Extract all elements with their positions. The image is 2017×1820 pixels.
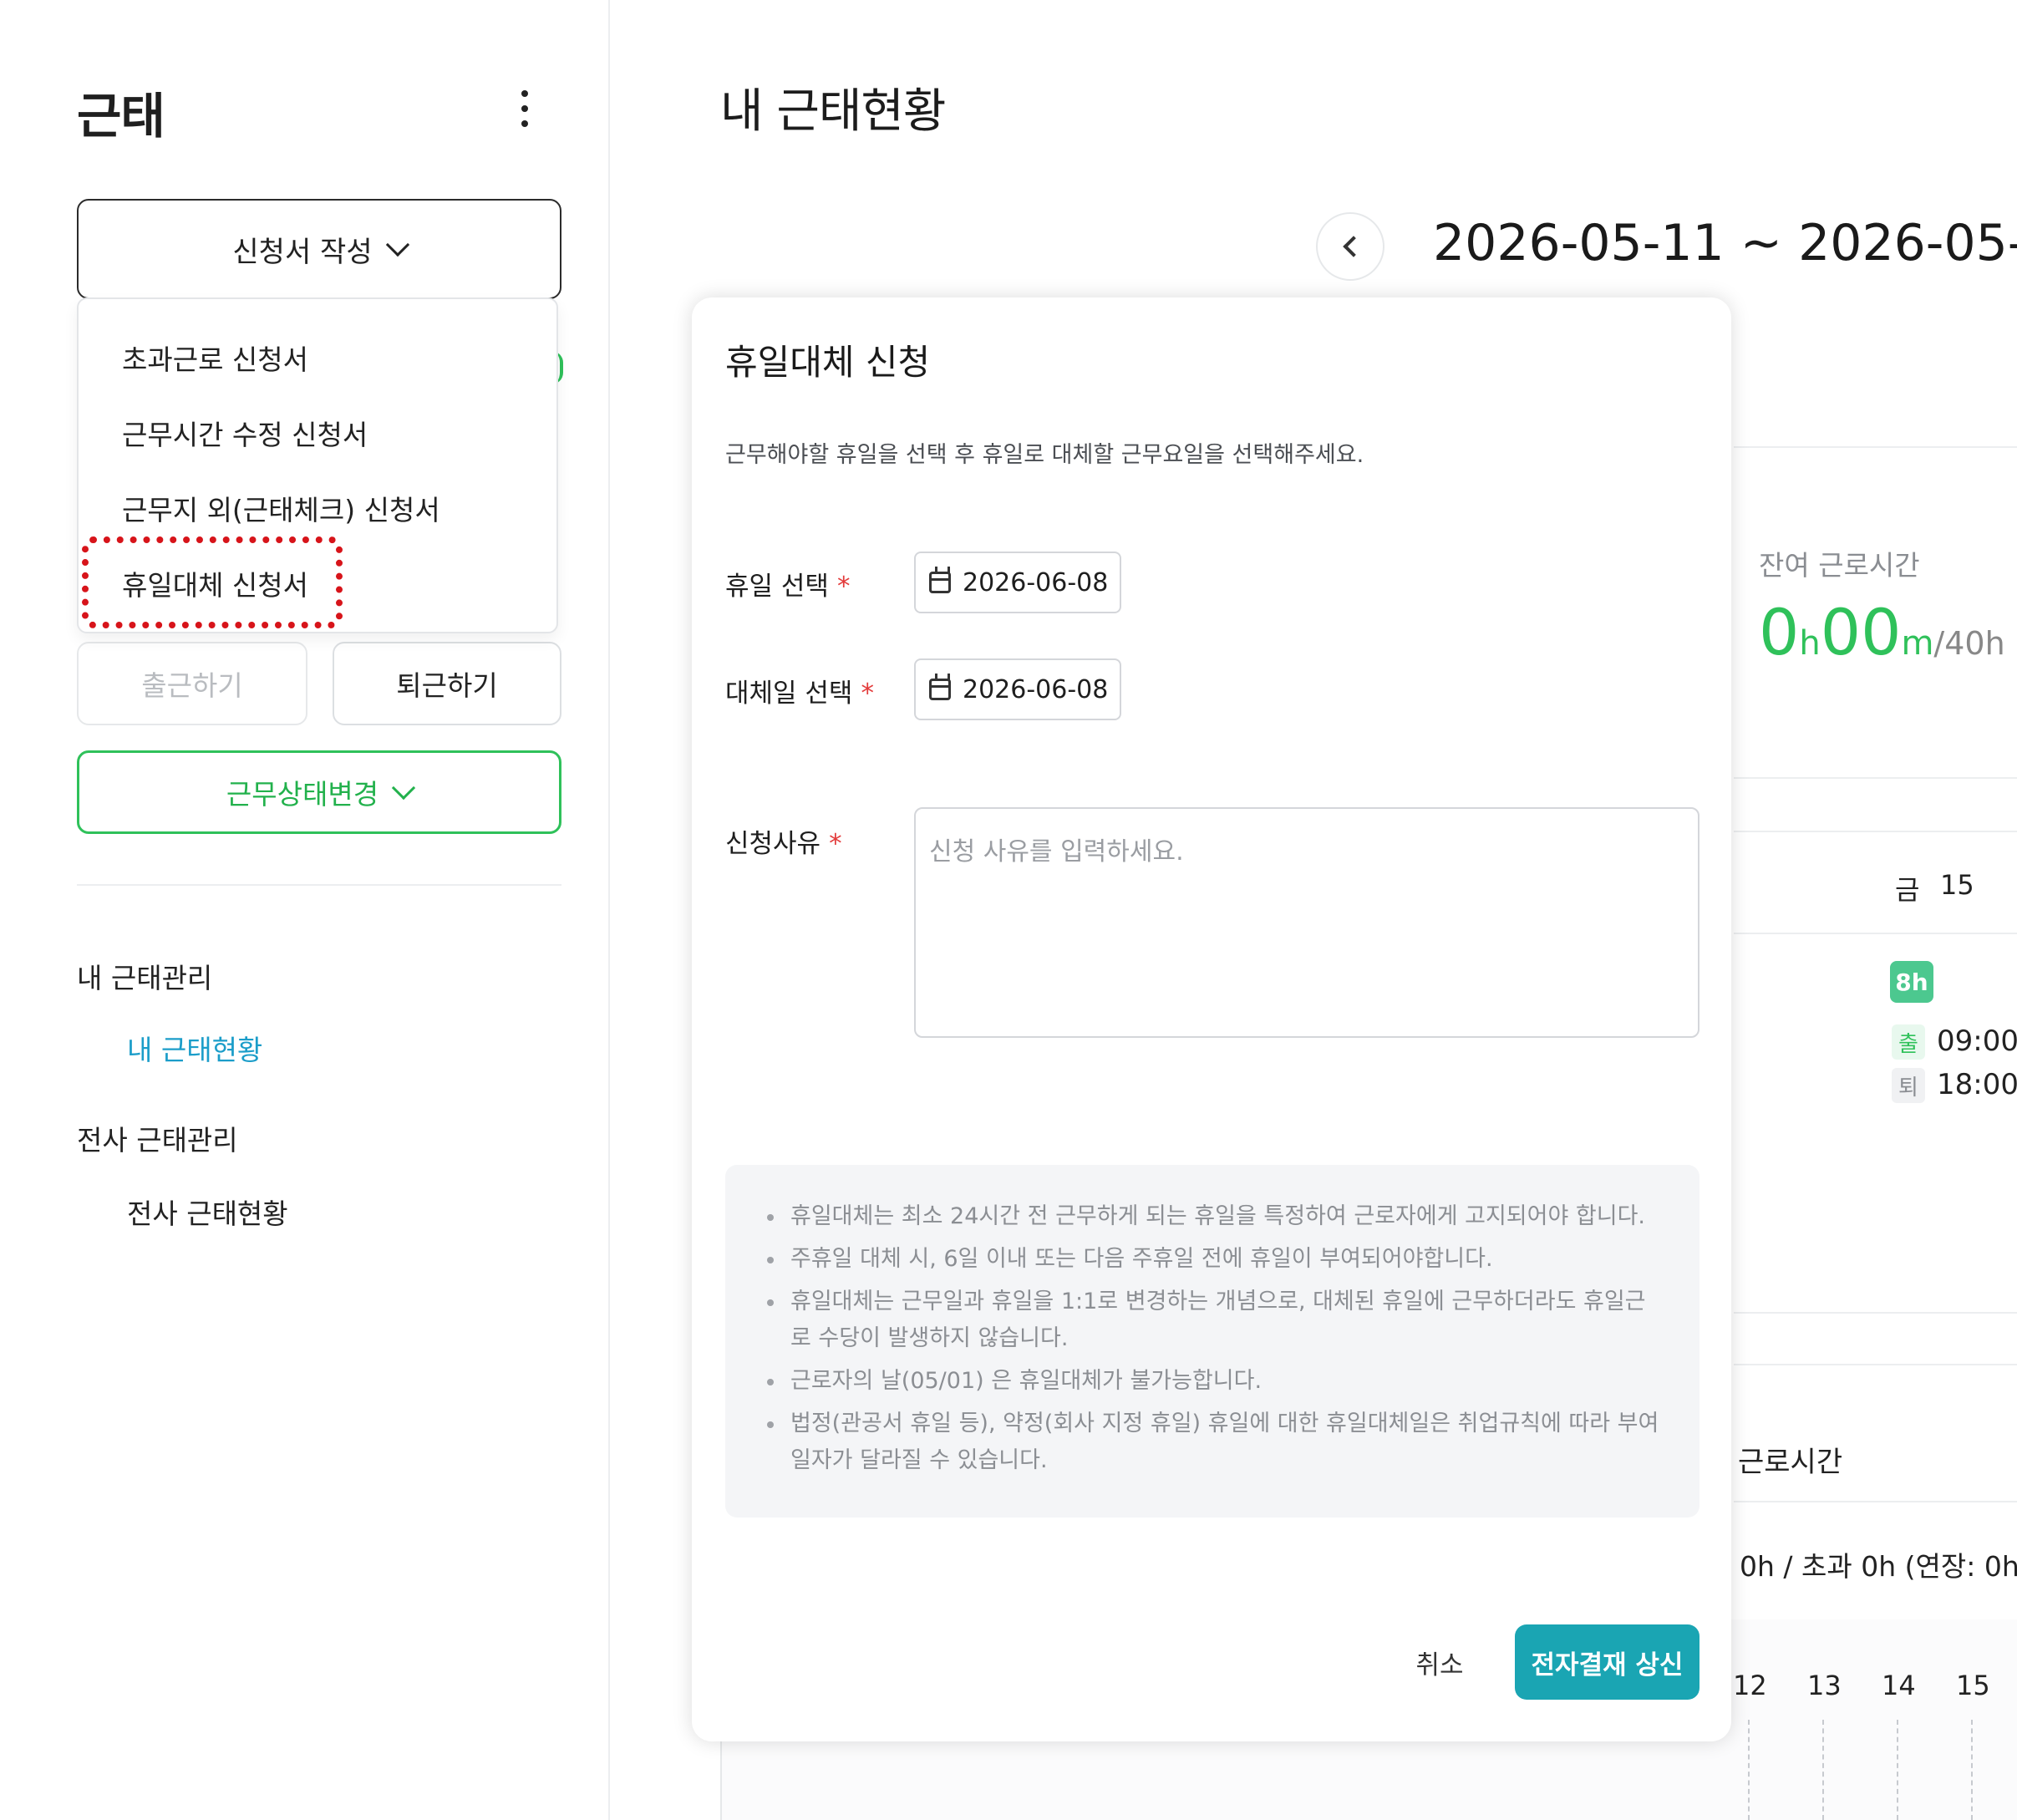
sidebar: 근태 신청서 작성 출근하기 퇴근하기 근무상태변경 내 근태관리 내 근태현황… (0, 0, 610, 1820)
clock-out-tag: 퇴 (1892, 1068, 1925, 1103)
timeline-tick: 12 (1733, 1670, 1767, 1701)
required-mark: * (836, 572, 851, 602)
timeline-gridline (1971, 1720, 1973, 1820)
nav-item-company-attendance-status[interactable]: 전사 근태현황 (127, 1192, 288, 1232)
divider (1734, 777, 2017, 779)
app-title: 근태 (77, 88, 165, 145)
divider (1734, 933, 2017, 934)
clock-in-tag: 출 (1892, 1024, 1925, 1060)
more-options-icon[interactable] (510, 84, 540, 134)
clock-out-time: 18:00 (1937, 1068, 2017, 1101)
divider (1734, 1501, 2017, 1502)
modal-title: 휴일대체 신청 (725, 342, 931, 383)
nav-group-my-attendance: 내 근태관리 (77, 962, 213, 994)
modal-description: 근무해야할 휴일을 선택 후 휴일로 대체할 근무요일을 선택해주세요. (725, 442, 1364, 468)
substitute-date-label: 대체일 선택 * (725, 679, 874, 709)
notice-item: 휴일대체는 최소 24시간 전 근무하게 되는 휴일을 특정하여 근로자에게 고… (759, 1198, 1666, 1235)
holiday-date-input[interactable]: 2026-06-08 (914, 552, 1121, 613)
reason-textarea[interactable] (914, 807, 1699, 1038)
calendar-icon (929, 674, 951, 700)
chevron-left-icon (1343, 236, 1364, 257)
divider (1734, 1364, 2017, 1365)
divider (1734, 446, 2017, 448)
clock-out-button[interactable]: 퇴근하기 (333, 642, 561, 725)
timeline-tick: 15 (1956, 1670, 1990, 1701)
timeline-tick: 13 (1807, 1670, 1842, 1701)
reason-label: 신청사유 * (725, 829, 842, 859)
day-name: 금 (1895, 874, 1920, 906)
required-mark: * (829, 829, 842, 859)
work-hours-title: 근로시간 (1738, 1446, 1843, 1479)
apply-form-button[interactable]: 신청서 작성 (77, 199, 561, 299)
submit-approval-button[interactable]: 전자결재 상신 (1515, 1624, 1699, 1700)
menu-item-offsite-form[interactable]: 근무지 외(근태체크) 신청서 (122, 488, 440, 528)
date-range: 2026-05-11 ~ 2026-05-17 (1433, 214, 2017, 272)
clock-in-time: 09:00 (1937, 1024, 2017, 1058)
notice-item: 주휴일 대체 시, 6일 이내 또는 다음 주휴일 전에 휴일이 부여되어야합니… (759, 1241, 1666, 1278)
nav-group-company-attendance: 전사 근태관리 (77, 1124, 238, 1157)
substitute-date-input[interactable]: 2026-06-08 (914, 658, 1121, 720)
day-date: 15 (1940, 869, 1974, 901)
notice-item: 휴일대체는 근무일과 휴일을 1:1로 변경하는 개념으로, 대체된 휴일에 근… (759, 1284, 1666, 1357)
remaining-hours-value: 0h00m/40h (1759, 595, 2005, 669)
chevron-down-icon (385, 232, 409, 257)
notice-item: 법정(관공서 휴일 등), 약정(회사 지정 휴일) 휴일에 대한 휴일대체일은… (759, 1406, 1666, 1479)
timeline-gridline (1748, 1720, 1750, 1820)
divider (1734, 831, 2017, 832)
menu-item-work-hours-edit-form[interactable]: 근무시간 수정 신청서 (122, 413, 368, 453)
timeline-tick: 14 (1882, 1670, 1916, 1701)
divider (1734, 1312, 2017, 1314)
work-status-change-button[interactable]: 근무상태변경 (77, 750, 561, 834)
notice-item: 근로자의 날(05/01) 은 휴일대체가 불가능합니다. (759, 1363, 1666, 1400)
clock-in-button[interactable]: 출근하기 (77, 642, 307, 725)
divider (77, 884, 561, 886)
prev-week-button[interactable] (1316, 212, 1384, 281)
work-hours-detail: 0h / 초과 0h (연장: 0h, ( (1740, 1550, 2017, 1583)
page-title: 내 근태현황 (720, 84, 946, 139)
work-status-change-label: 근무상태변경 (226, 778, 379, 811)
holiday-select-label: 휴일 선택 * (725, 572, 851, 602)
nav-item-my-attendance-status[interactable]: 내 근태현황 (127, 1028, 262, 1068)
apply-form-label: 신청서 작성 (232, 235, 373, 269)
timeline-gridline (1897, 1720, 1898, 1820)
highlight-annotation (82, 536, 343, 628)
work-hours-badge: 8h (1890, 961, 1933, 1003)
cancel-button[interactable]: 취소 (1402, 1624, 1477, 1700)
menu-item-overtime-form[interactable]: 초과근로 신청서 (122, 338, 308, 378)
chevron-down-icon (391, 775, 416, 801)
calendar-icon (929, 567, 951, 593)
notice-box: 휴일대체는 최소 24시간 전 근무하게 되는 휴일을 특정하여 근로자에게 고… (725, 1165, 1699, 1518)
remaining-hours-label: 잔여 근로시간 (1759, 549, 1920, 582)
required-mark: * (861, 679, 874, 709)
timeline-gridline (1822, 1720, 1824, 1820)
